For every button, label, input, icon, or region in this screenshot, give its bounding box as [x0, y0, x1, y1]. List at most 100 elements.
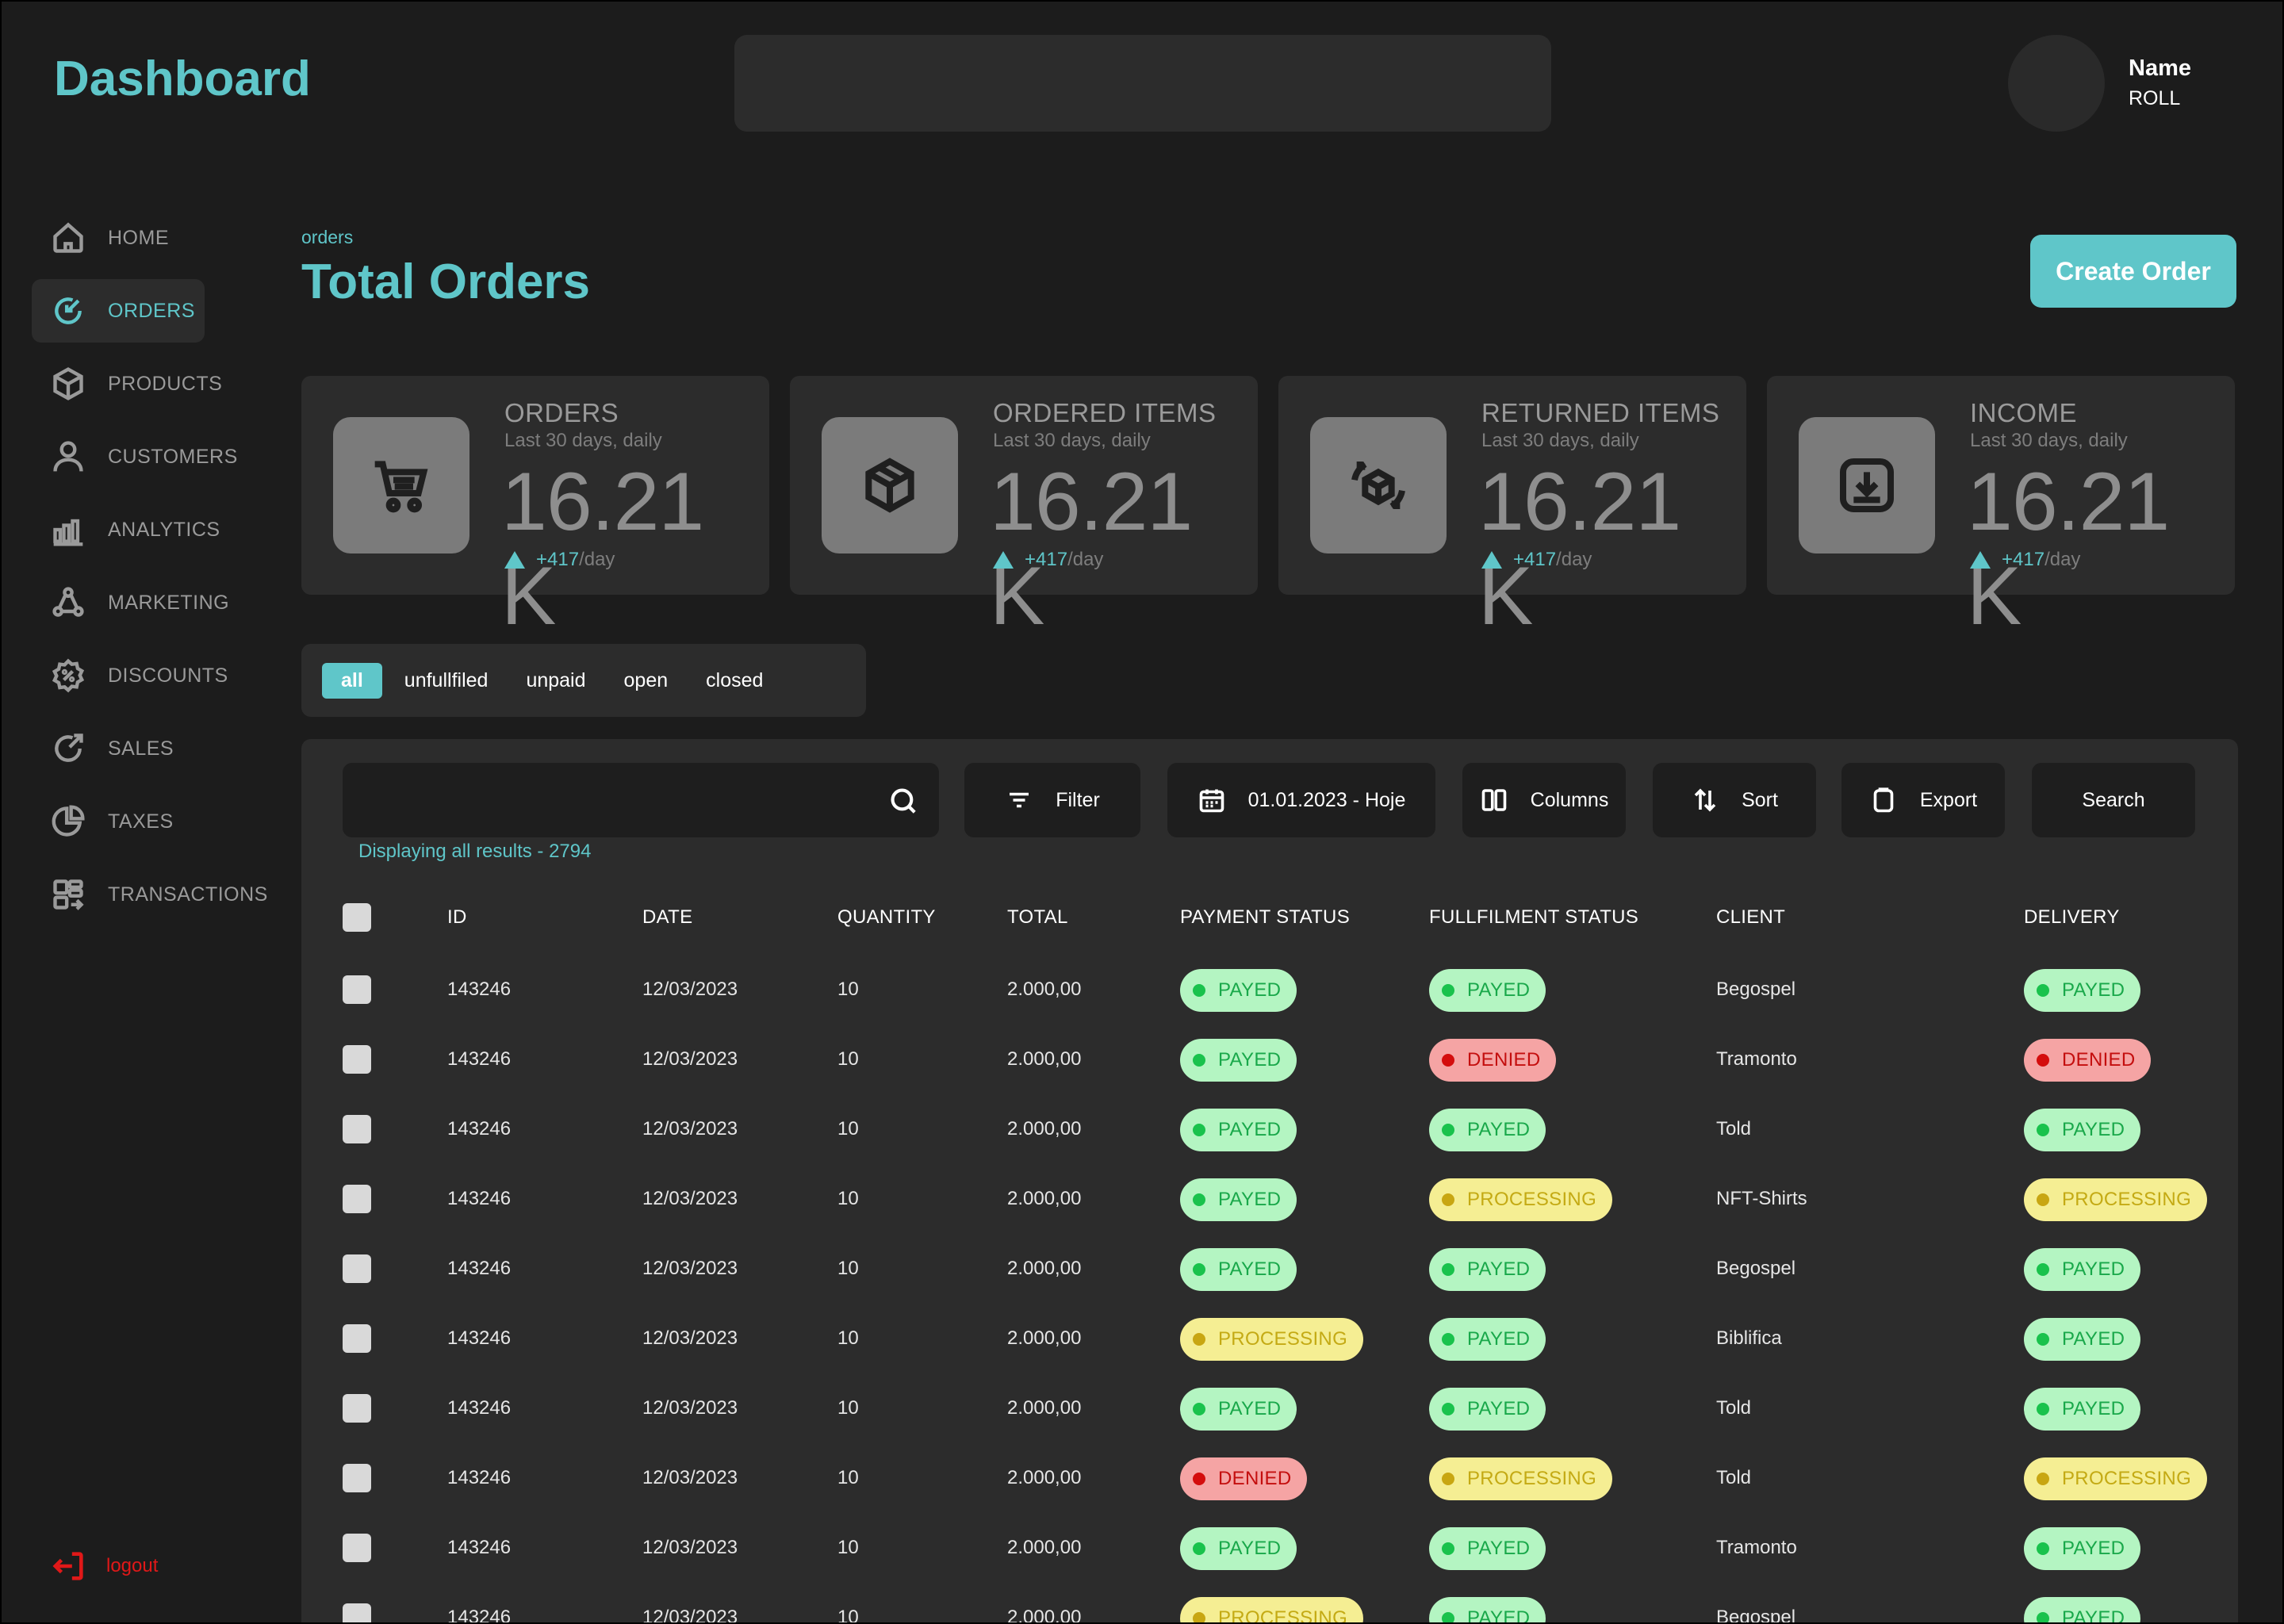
cell-date: 12/03/2023 [642, 1467, 738, 1488]
sidebar-item-sales[interactable]: SALES [32, 717, 286, 780]
status-label: DENIED [1467, 1049, 1541, 1071]
user-icon [49, 438, 87, 476]
sidebar-item-orders[interactable]: ORDERS [32, 279, 205, 343]
table-row[interactable]: 143246 12/03/2023 10 2.000,00 Tramonto PAYED P… [301, 1513, 2238, 1583]
status-dot-icon [1193, 1403, 1205, 1415]
row-checkbox[interactable] [343, 1185, 371, 1213]
sidebar-item-transactions[interactable]: TRANSACTIONS [32, 863, 286, 926]
delivery-status-badge: PAYED [2024, 1109, 2141, 1151]
return-package-icon [1310, 417, 1447, 553]
table-row[interactable]: 143246 12/03/2023 10 2.000,00 Begospel PROCES… [301, 1583, 2238, 1624]
sidebar-item-analytics[interactable]: ANALYTICS [32, 498, 286, 561]
payment-status-badge: PAYED [1180, 1527, 1297, 1570]
search-input[interactable] [343, 763, 882, 837]
trend-value: +417 [536, 549, 580, 570]
row-checkbox[interactable] [343, 1394, 371, 1423]
sidebar-item-taxes[interactable]: TAXES [32, 790, 286, 853]
search-button[interactable]: Search [2032, 763, 2195, 837]
table-row[interactable]: 143246 12/03/2023 10 2.000,00 Told DENIED PROC… [301, 1443, 2238, 1513]
cell-id: 143246 [447, 1397, 512, 1419]
stat-subtitle: Last 30 days, daily [504, 430, 662, 451]
row-checkbox[interactable] [343, 1115, 371, 1143]
row-checkbox[interactable] [343, 1603, 371, 1622]
tab-unpaid[interactable]: unpaid [526, 669, 585, 692]
status-label: PAYED [1218, 1398, 1282, 1419]
status-label: PAYED [1467, 1538, 1531, 1559]
column-header-fulfillment-status[interactable]: FULLFILMENT STATUS [1429, 890, 1638, 945]
create-order-button[interactable]: Create Order [2030, 235, 2236, 308]
payment-status-badge: PAYED [1180, 1039, 1297, 1082]
sidebar-item-home[interactable]: HOME [32, 206, 286, 270]
status-dot-icon [2037, 1263, 2049, 1276]
status-dot-icon [1193, 1473, 1205, 1485]
select-all-checkbox[interactable] [343, 903, 371, 932]
sidebar-item-discounts[interactable]: DISCOUNTS [32, 644, 286, 707]
search-icon[interactable] [888, 786, 918, 816]
column-header-date[interactable]: DATE [642, 890, 692, 945]
column-header-client[interactable]: CLIENT [1716, 890, 1785, 945]
download-tray-icon [1799, 417, 1935, 553]
cell-quantity: 10 [837, 1258, 859, 1279]
status-dot-icon [1193, 1193, 1205, 1206]
sort-button[interactable]: Sort [1653, 763, 1816, 837]
table-row[interactable]: 143246 12/03/2023 10 2.000,00 Begospel PAYED P… [301, 1234, 2238, 1304]
tab-all[interactable]: all [322, 662, 382, 699]
breadcrumb[interactable]: orders [301, 227, 353, 248]
cell-quantity: 10 [837, 1397, 859, 1419]
cell-quantity: 10 [837, 1467, 859, 1488]
stat-title: INCOME [1970, 398, 2077, 427]
orders-panel: Filter 01.01.2023 - Hoje Columns Sort Ex… [301, 739, 2238, 1624]
row-checkbox[interactable] [343, 1534, 371, 1562]
sidebar-item-products[interactable]: PRODUCTS [32, 352, 286, 416]
tab-unfulfilled[interactable]: unfullfiled [404, 669, 489, 692]
avatar[interactable] [2008, 35, 2105, 132]
column-header-quantity[interactable]: QUANTITY [837, 890, 936, 945]
filter-button[interactable]: Filter [964, 763, 1140, 837]
status-dot-icon [1193, 984, 1205, 997]
column-header-id[interactable]: ID [447, 890, 467, 945]
cell-total: 2.000,00 [1007, 1258, 1082, 1279]
table-row[interactable]: 143246 12/03/2023 10 2.000,00 Told PAYED PAYED… [301, 1094, 2238, 1164]
status-dot-icon [2037, 1542, 2049, 1555]
tab-closed[interactable]: closed [706, 669, 763, 692]
table-row[interactable]: 143246 12/03/2023 10 2.000,00 Begospel PAYED P… [301, 955, 2238, 1025]
cell-client: Begospel [1716, 979, 1796, 1000]
row-checkbox[interactable] [343, 1254, 371, 1283]
sidebar-item-marketing[interactable]: MARKETING [32, 571, 286, 634]
columns-button[interactable]: Columns [1462, 763, 1626, 837]
cell-id: 143246 [447, 1258, 512, 1279]
stat-trend: +417/day [993, 549, 1103, 571]
trend-up-icon [504, 551, 525, 569]
row-checkbox[interactable] [343, 975, 371, 1004]
delivery-status-badge: PROCESSING [2024, 1457, 2208, 1500]
status-dot-icon [1442, 1473, 1454, 1485]
table-row[interactable]: 143246 12/03/2023 10 2.000,00 Told PAYED PAYED… [301, 1373, 2238, 1443]
export-button[interactable]: Export [1841, 763, 2005, 837]
payment-status-badge: PAYED [1180, 969, 1297, 1012]
date-range-picker[interactable]: 01.01.2023 - Hoje [1167, 763, 1435, 837]
column-header-total[interactable]: TOTAL [1007, 890, 1068, 945]
sidebar-item-customers[interactable]: CUSTOMERS [32, 425, 286, 488]
table-row[interactable]: 143246 12/03/2023 10 2.000,00 Tramonto PAYED D… [301, 1025, 2238, 1094]
status-dot-icon [1442, 984, 1454, 997]
table-search [343, 763, 939, 837]
row-checkbox[interactable] [343, 1045, 371, 1074]
table-row[interactable]: 143246 12/03/2023 10 2.000,00 NFT-Shirts PAYE… [301, 1164, 2238, 1234]
tab-open[interactable]: open [624, 669, 669, 692]
status-dot-icon [2037, 1193, 2049, 1206]
status-dot-icon [2037, 1612, 2049, 1622]
logout-button[interactable]: logout [51, 1548, 158, 1584]
status-label: PROCESSING [2062, 1468, 2192, 1489]
table-row[interactable]: 143246 12/03/2023 10 2.000,00 Biblifica PROCE… [301, 1304, 2238, 1373]
fulfillment-status-badge: PAYED [1429, 1597, 1546, 1622]
column-header-payment-status[interactable]: PAYMENT STATUS [1180, 890, 1350, 945]
global-search-bar[interactable] [734, 35, 1551, 132]
status-label: PROCESSING [1218, 1607, 1348, 1624]
status-label: PAYED [1218, 1538, 1282, 1559]
row-checkbox[interactable] [343, 1464, 371, 1492]
cell-date: 12/03/2023 [642, 979, 738, 1000]
cell-date: 12/03/2023 [642, 1258, 738, 1279]
row-checkbox[interactable] [343, 1324, 371, 1353]
status-dot-icon [1193, 1054, 1205, 1067]
column-header-delivery[interactable]: DELIVERY [2024, 890, 2120, 945]
